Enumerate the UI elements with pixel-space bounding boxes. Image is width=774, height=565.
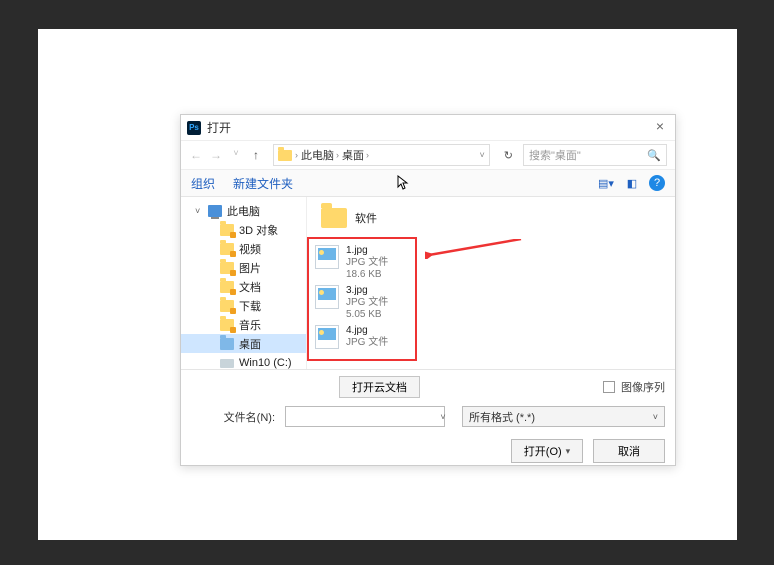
- close-icon[interactable]: ×: [651, 119, 669, 137]
- checkbox-icon[interactable]: [603, 381, 615, 393]
- filename-row: 文件名(N): ˅ 所有格式 (*.*) ˅: [191, 406, 665, 427]
- toolbar: 组织 新建文件夹 ▤▾ ◧ ?: [181, 169, 675, 197]
- sidebar-item-label: 视频: [239, 241, 261, 257]
- expand-icon[interactable]: ˅: [195, 206, 203, 216]
- image-sequence-option[interactable]: 图像序列: [603, 376, 665, 398]
- open-button[interactable]: 打开(O)▾: [511, 439, 583, 463]
- sidebar-item-label: 音乐: [239, 317, 261, 333]
- nav-row: ← → ˅ ↑ › 此电脑› 桌面› ˅ ↻ 搜索"桌面" 🔍: [181, 141, 675, 169]
- search-icon: 🔍: [647, 149, 661, 162]
- sidebar-item-label: 桌面: [239, 336, 261, 352]
- image-thumbnail-icon: [315, 325, 339, 349]
- path-dropdown-icon[interactable]: ˅: [480, 150, 485, 160]
- sidebar-item-label: 文档: [239, 279, 261, 295]
- sidebar-icon: [220, 262, 234, 274]
- sidebar-item[interactable]: 文档: [181, 277, 306, 296]
- sidebar-item[interactable]: 桌面: [181, 334, 306, 353]
- sidebar-item[interactable]: 下载: [181, 296, 306, 315]
- filename-dropdown-icon[interactable]: ˅: [436, 412, 450, 422]
- titlebar: 打开 ×: [181, 115, 675, 141]
- chevron-down-icon: ˅: [653, 412, 658, 422]
- image-thumbnail-icon: [315, 245, 339, 269]
- new-folder-button[interactable]: 新建文件夹: [233, 175, 293, 192]
- sidebar-item[interactable]: 视频: [181, 239, 306, 258]
- sidebar-item-label: 此电脑: [227, 203, 260, 219]
- sidebar-item[interactable]: 图片: [181, 258, 306, 277]
- photoshop-icon: [187, 121, 201, 135]
- organize-menu[interactable]: 组织: [191, 175, 215, 192]
- sidebar-item-label: 下载: [239, 298, 261, 314]
- filename-input[interactable]: [285, 406, 445, 427]
- help-icon[interactable]: ?: [649, 175, 665, 191]
- dialog-title: 打开: [207, 119, 651, 136]
- sidebar-icon: [220, 319, 234, 331]
- sidebar-item-label: 3D 对象: [239, 222, 278, 238]
- sidebar-icon: [208, 205, 222, 217]
- forward-icon[interactable]: →: [209, 148, 223, 162]
- up-icon[interactable]: ↑: [249, 148, 263, 162]
- open-cloud-docs-button[interactable]: 打开云文档: [339, 376, 420, 398]
- cancel-button[interactable]: 取消: [593, 439, 665, 463]
- preview-pane-icon[interactable]: ◧: [623, 176, 641, 190]
- sidebar-item-label: Win10 (C:): [239, 357, 292, 369]
- sidebar-item[interactable]: 3D 对象: [181, 220, 306, 239]
- dialog-body: ˅ 此电脑 3D 对象视频图片文档下载音乐桌面 Win10 (C:) 软件 1.jpg…: [181, 197, 675, 369]
- sidebar-item-label: 图片: [239, 260, 261, 276]
- button-row: 打开(O)▾ 取消: [191, 439, 665, 463]
- list-item[interactable]: 软件: [321, 203, 667, 233]
- refresh-icon[interactable]: ↻: [504, 149, 513, 162]
- list-item[interactable]: 1.jpgJPG 文件18.6 KB: [315, 245, 409, 281]
- sidebar-item[interactable]: Win10 (C:): [181, 353, 306, 369]
- list-item[interactable]: 4.jpgJPG 文件: [315, 325, 409, 349]
- filename-label: 文件名(N):: [191, 409, 279, 425]
- file-meta: 4.jpgJPG 文件: [346, 325, 388, 349]
- sidebar-icon: [220, 281, 234, 293]
- image-sequence-label: 图像序列: [621, 379, 665, 395]
- folder-icon: [321, 208, 347, 228]
- path-segment[interactable]: 此电脑›: [301, 147, 339, 163]
- sidebar-icon: [220, 338, 234, 350]
- folder-name: 软件: [355, 210, 377, 226]
- open-file-dialog: 打开 × ← → ˅ ↑ › 此电脑› 桌面› ˅ ↻ 搜索"桌面" 🔍 组织 …: [180, 114, 676, 466]
- view-mode-icon[interactable]: ▤▾: [597, 176, 615, 190]
- sidebar-item[interactable]: ˅ 此电脑: [181, 201, 306, 220]
- list-item[interactable]: 3.jpgJPG 文件5.05 KB: [315, 285, 409, 321]
- file-format-select[interactable]: 所有格式 (*.*) ˅: [462, 406, 665, 427]
- search-input[interactable]: 搜索"桌面" 🔍: [523, 144, 667, 166]
- back-icon[interactable]: ←: [189, 148, 203, 162]
- file-meta: 3.jpgJPG 文件5.05 KB: [346, 285, 388, 321]
- arrow-annotation: [425, 239, 525, 259]
- file-meta: 1.jpgJPG 文件18.6 KB: [346, 245, 388, 281]
- path-breadcrumb[interactable]: › 此电脑› 桌面› ˅: [273, 144, 490, 166]
- highlight-annotation: 1.jpgJPG 文件18.6 KB 3.jpgJPG 文件5.05 KB 4.jp…: [307, 237, 417, 361]
- sidebar: ˅ 此电脑 3D 对象视频图片文档下载音乐桌面 Win10 (C:): [181, 197, 307, 369]
- chevron-down-icon: ▾: [566, 446, 571, 457]
- sidebar-icon: [220, 243, 234, 255]
- path-segment[interactable]: 桌面›: [342, 147, 369, 163]
- caret-icon: ›: [295, 150, 298, 160]
- sidebar-icon: [220, 224, 234, 236]
- folder-icon: [278, 150, 292, 161]
- sidebar-item[interactable]: 音乐: [181, 315, 306, 334]
- search-placeholder: 搜索"桌面": [529, 147, 581, 163]
- history-dropdown-icon[interactable]: ˅: [229, 148, 243, 162]
- image-thumbnail-icon: [315, 285, 339, 309]
- sidebar-icon: [220, 300, 234, 312]
- file-pane[interactable]: 软件 1.jpgJPG 文件18.6 KB 3.jpgJPG 文件5.05 KB 4…: [307, 197, 675, 369]
- lower-panel: 打开云文档 图像序列 文件名(N): ˅ 所有格式 (*.*) ˅ 打开(O)▾…: [181, 369, 675, 473]
- sidebar-icon: [220, 359, 234, 368]
